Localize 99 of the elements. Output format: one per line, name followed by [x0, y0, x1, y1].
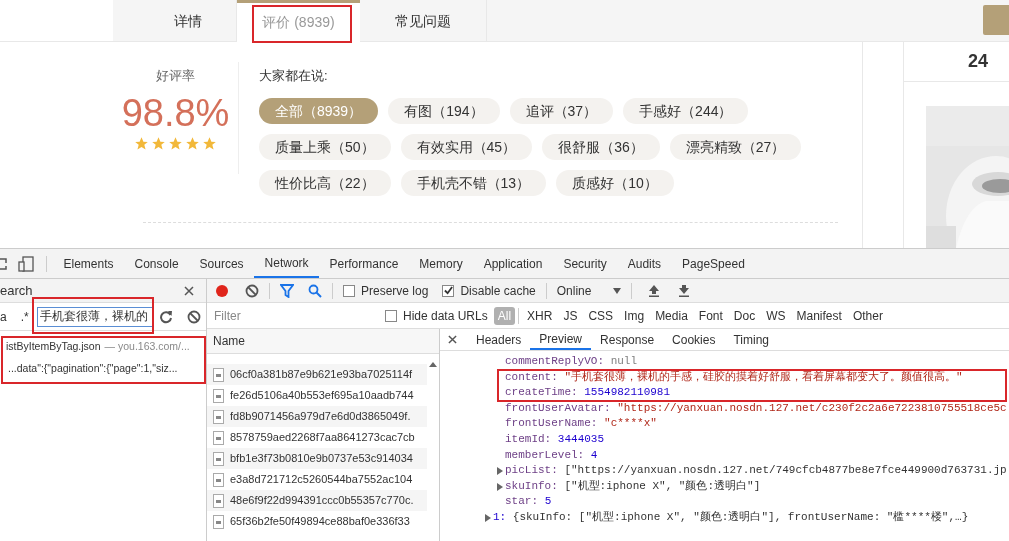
collapsed-arrow-icon[interactable]	[497, 482, 504, 491]
type-filter[interactable]: WS	[762, 306, 790, 325]
search-input[interactable]: 手机套很薄，裸机的	[36, 306, 153, 327]
refresh-icon[interactable]	[158, 309, 173, 324]
rating-label: 好评率	[156, 67, 195, 85]
search-panel-title: earch	[0, 281, 33, 300]
caret-icon	[612, 287, 621, 294]
request-row[interactable]: bfb1e3f73b0810e9b0737e53c914034	[207, 448, 428, 469]
tag-chip[interactable]: 追评（37）	[509, 98, 614, 124]
json-property: skuInfo: ["机型:iphone X", "颜色:透明白"]	[505, 478, 761, 494]
collapsed-arrow-icon[interactable]	[485, 513, 492, 522]
collapsed-arrow-icon[interactable]	[497, 466, 504, 475]
regex-toggle[interactable]: .*	[20, 307, 29, 326]
devtools-tab[interactable]: Security	[552, 249, 618, 278]
checkbox-label: Hide data URLs	[403, 307, 488, 325]
file-icon	[213, 514, 224, 529]
checkbox-label: Disable cache	[460, 282, 536, 300]
result-source: — you.163.com/...	[104, 339, 190, 354]
result-file-name[interactable]: istByItemByTag.json	[6, 339, 101, 355]
tag-chip[interactable]: 有效实用（45）	[400, 134, 533, 160]
type-filter[interactable]: Other	[848, 306, 887, 325]
devtools-tab[interactable]: Elements	[53, 249, 125, 278]
file-icon	[213, 451, 224, 466]
filter-icon[interactable]	[280, 283, 294, 298]
json-item[interactable]: 1: {skuInfo: ["机型:iphone X", "颜色:透明白"], frontUserName: "槛****楼",…}	[493, 509, 969, 526]
detail-tab[interactable]: Headers	[467, 329, 531, 350]
star-icon	[185, 135, 200, 151]
devtools-tab[interactable]: Sources	[189, 249, 255, 278]
devtools-tab[interactable]: Memory	[408, 249, 474, 278]
json-property: frontUserName: "c****x"	[505, 416, 657, 432]
checkbox[interactable]	[343, 284, 355, 297]
type-filter[interactable]: JS	[559, 306, 582, 325]
json-property: frontUserAvatar: "https://yanxuan.nosdn.127.net/c230f2c2a6e7223810755518ce5c	[505, 400, 1007, 416]
checkbox[interactable]	[442, 284, 455, 297]
detail-tab[interactable]: Cookies	[663, 329, 725, 350]
devtools-tab[interactable]: Console	[124, 249, 190, 278]
type-filter[interactable]: Media	[651, 306, 692, 325]
json-property: createTime: 1554982110981	[505, 385, 671, 401]
side-heading: 24	[968, 50, 989, 73]
devtools-tab[interactable]: Audits	[617, 249, 672, 278]
detail-tab[interactable]: Preview	[530, 329, 592, 350]
star-icon	[134, 135, 149, 151]
file-icon	[213, 472, 224, 487]
checkbox[interactable]	[385, 309, 397, 322]
file-icon	[213, 430, 224, 445]
tag-chip[interactable]: 很舒服（36）	[542, 134, 660, 160]
tag-chip[interactable]: 性价比高（22）	[259, 170, 391, 196]
file-icon	[213, 493, 224, 508]
tag-chip[interactable]: 有图（194）	[388, 98, 500, 124]
type-filter[interactable]: Doc	[729, 306, 760, 325]
match-case-toggle[interactable]: a	[0, 307, 7, 326]
json-property: itemId: 3444035	[505, 431, 605, 447]
tag-chip[interactable]: 手感好（244）	[623, 98, 749, 124]
result-match-line[interactable]: ...data":{"pagination":{"page":1,"siz...	[8, 360, 178, 377]
rating-value: 98.8%	[121, 90, 230, 136]
scroll-up-icon[interactable]	[429, 362, 437, 367]
star-icon	[168, 135, 183, 151]
json-property: memberLevel: 4	[505, 447, 598, 463]
type-filter[interactable]: CSS	[584, 306, 618, 325]
request-row[interactable]: fd8b9071456a979d7e6d0d3865049f.	[207, 406, 428, 427]
type-filter[interactable]: XHR	[523, 306, 557, 325]
devtools-tab[interactable]: PageSpeed	[671, 249, 756, 278]
json-property: commentReplyVO: null	[505, 354, 638, 369]
search-icon[interactable]	[308, 283, 322, 298]
star-icon	[202, 135, 217, 151]
json-property: content: "手机套很薄，裸机的手感，硅胶的摸着好舒服，看着屏幕都变大了。颜值很高。"	[505, 369, 963, 385]
tag-chip[interactable]: 质量上乘（50）	[259, 134, 391, 160]
file-icon	[213, 388, 224, 403]
download-icon[interactable]	[677, 284, 690, 297]
file-icon	[213, 367, 224, 382]
detail-tab[interactable]: Timing	[724, 329, 778, 350]
clear-icon[interactable]	[245, 283, 259, 298]
tab[interactable]: 常见问题	[360, 0, 487, 42]
json-property: star: 5	[505, 494, 552, 510]
tag-chip[interactable]: 漂亮精致（27）	[669, 134, 802, 160]
clear-icon[interactable]	[186, 309, 201, 324]
device-icon[interactable]	[18, 255, 34, 272]
star-icon	[151, 135, 166, 151]
close-icon[interactable]	[184, 285, 194, 296]
tag-chip[interactable]: 手机壳不错（13）	[400, 170, 547, 196]
close-icon[interactable]	[448, 335, 457, 344]
throttle-dropdown[interactable]: Online	[556, 281, 621, 300]
checkbox-label: Preserve log	[361, 282, 429, 300]
tag-chip[interactable]: 质感好（10）	[556, 170, 674, 196]
devtools-tab[interactable]: Performance	[319, 249, 409, 278]
json-property: picList: ["https://yanxuan.nosdn.127.net/749cfcb4877be8e7fce449900d763731.jp	[505, 463, 1007, 479]
tags-title: 大家都在说:	[259, 67, 329, 85]
record-icon[interactable]	[215, 283, 229, 298]
detail-tab[interactable]: Response	[591, 329, 664, 350]
type-filter[interactable]: Manifest	[792, 306, 846, 325]
request-row[interactable]: 48e6f9f22d994391ccc0b55357c770c.	[207, 490, 428, 511]
column-header[interactable]: Name	[213, 332, 245, 350]
type-filter[interactable]: Img	[620, 306, 649, 325]
check-icon	[443, 286, 453, 295]
file-icon	[213, 409, 224, 424]
request-row[interactable]: 06cf0a381b87e9b621e93ba7025114f	[207, 364, 428, 385]
devtools-tab[interactable]: Application	[473, 249, 553, 278]
type-filter[interactable]: Font	[694, 306, 727, 325]
upload-icon[interactable]	[647, 284, 660, 297]
